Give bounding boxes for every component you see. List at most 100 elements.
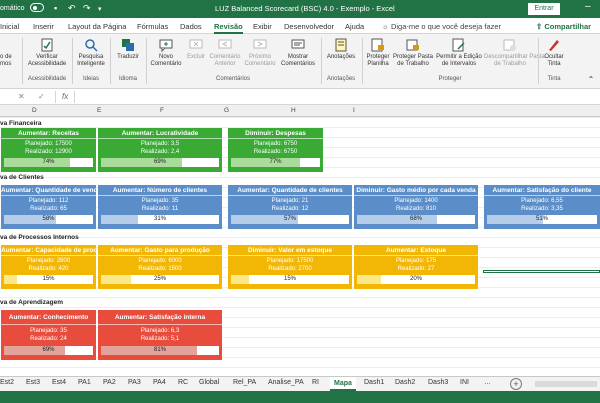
objective-card[interactable]: Diminuir: Despesas Planejado: 6750 Reali…: [228, 128, 323, 172]
tab-inicial[interactable]: Inicial: [0, 22, 19, 31]
group-separator: [146, 38, 147, 84]
planned-value: Planejado: 17500: [266, 258, 314, 264]
objective-card[interactable]: Aumentar: Capacidade de produção Planeja…: [1, 245, 96, 289]
undo-icon[interactable]: ↶: [68, 3, 76, 14]
objective-card[interactable]: Aumentar: Receitas Planejado: 17500 Real…: [1, 128, 96, 172]
tab-inserir[interactable]: Inserir: [33, 22, 54, 31]
objective-card[interactable]: Diminuir: Gasto médio por cada venda Pla…: [354, 185, 478, 229]
selected-cell[interactable]: [483, 270, 600, 273]
objective-card[interactable]: Aumentar: Estoque Planejado: 175 Realiza…: [354, 245, 478, 289]
translate-label: Traduzir: [117, 54, 139, 60]
column-header-h[interactable]: H: [291, 107, 296, 114]
objective-card[interactable]: Aumentar: Conhecimento Planejado: 35 Rea…: [1, 310, 96, 360]
sheet-tab[interactable]: RC: [178, 379, 188, 386]
objective-card[interactable]: Aumentar: Quantidade de clientes Planeja…: [228, 185, 352, 229]
collapse-ribbon-icon[interactable]: ⌃: [585, 76, 597, 84]
new-comment-button[interactable]: Novo Comentário: [148, 38, 184, 68]
translate-button[interactable]: Traduzir: [112, 38, 144, 61]
share-button[interactable]: ⇧ Compartilhar: [536, 22, 591, 31]
sheet-tab[interactable]: Est4: [52, 379, 66, 386]
column-header-i[interactable]: I: [353, 107, 355, 114]
sheet-tab[interactable]: PA1: [78, 379, 91, 386]
add-sheet-icon[interactable]: +: [510, 378, 522, 390]
column-header-d[interactable]: D: [32, 107, 37, 114]
new-comment-icon: [159, 39, 173, 52]
progress-label: 57%: [283, 216, 296, 222]
objective-card[interactable]: Aumentar: Lucratividade Planejado: 3,5 R…: [98, 128, 222, 172]
formula-separator: [74, 91, 75, 103]
column-header-f[interactable]: F: [160, 107, 164, 114]
tab-dados[interactable]: Dados: [180, 22, 202, 31]
sheet-tab[interactable]: Global: [199, 379, 219, 386]
objective-card[interactable]: Aumentar: Número de clientes Planejado: …: [98, 185, 222, 229]
sheet-tab[interactable]: Dash2: [395, 379, 415, 386]
sheet-tab[interactable]: Rel_PA: [233, 379, 256, 386]
tab-ajuda[interactable]: Ajuda: [345, 22, 364, 31]
objective-card[interactable]: Diminuir: Valor em estoque Planejado: 17…: [228, 245, 352, 289]
hide-ink-button[interactable]: Ocultar Tinta: [540, 38, 568, 68]
spreadsheet-grid[interactable]: va Financeira Aumentar: Receitas Planeja…: [0, 117, 600, 376]
cancel-icon[interactable]: ✕: [18, 92, 25, 101]
autosave-toggle[interactable]: [30, 3, 44, 12]
minimize-icon[interactable]: –: [585, 1, 591, 12]
objective-title: Aumentar: Satisfação interna: [98, 310, 222, 325]
fx-icon[interactable]: fx: [62, 92, 68, 101]
formula-input[interactable]: [76, 91, 596, 103]
sheet-tab[interactable]: Est2: [0, 379, 14, 386]
objective-title: Aumentar: Conhecimento: [1, 310, 96, 325]
sheet-tab[interactable]: PA4: [153, 379, 166, 386]
protect-sheet-button[interactable]: Proteger Planilha: [364, 38, 392, 68]
more-sheets-icon[interactable]: …: [484, 379, 491, 386]
sign-in-button[interactable]: Entrar: [528, 3, 560, 15]
notes-button[interactable]: Anotações: [323, 38, 359, 61]
sheet-tab[interactable]: Dash1: [364, 379, 384, 386]
protect-workbook-button[interactable]: Proteger Pasta de Trabalho: [392, 38, 434, 68]
redo-icon[interactable]: ↷: [83, 3, 91, 14]
customize-qat-icon[interactable]: ▾: [98, 5, 102, 13]
sheet-tab[interactable]: PA3: [128, 379, 141, 386]
show-comments-button[interactable]: Mostrar Comentários: [278, 38, 318, 68]
sheet-tab[interactable]: Analise_PA: [268, 379, 304, 386]
unshare-workbook-button[interactable]: Descompartilhar Pasta de Trabalho: [484, 38, 545, 68]
tab-desenvolvedor[interactable]: Desenvolvedor: [284, 22, 334, 31]
smart-lookup-button[interactable]: Pesquisa Inteligente: [74, 38, 108, 68]
objective-card[interactable]: Aumentar: Satisfação interna Planejado: …: [98, 310, 222, 360]
objective-card[interactable]: Aumentar: Gasto para produção Planejado:…: [98, 245, 222, 289]
allow-edit-ranges-button[interactable]: Permitir a Edição de Intervalos: [434, 38, 484, 68]
notes-label: Anotações: [326, 54, 356, 60]
sheet-tab[interactable]: PA2: [103, 379, 116, 386]
sheet-tab[interactable]: Est3: [26, 379, 40, 386]
column-header-e[interactable]: E: [97, 107, 101, 114]
partial-left-button[interactable]: o de mos: [0, 38, 18, 68]
sheet-tab[interactable]: Dash3: [428, 379, 448, 386]
notes-icon: [335, 38, 347, 52]
previous-comment-label: Comentário Anterior: [209, 54, 241, 67]
name-box[interactable]: [0, 91, 56, 103]
tab-layout[interactable]: Layout da Página: [68, 22, 126, 31]
next-comment-label: Próximo Comentário: [244, 54, 276, 67]
enter-icon[interactable]: ✓: [38, 92, 45, 101]
delete-comment-button[interactable]: Excluir: [185, 38, 207, 61]
next-comment-button[interactable]: Próximo Comentário: [243, 38, 277, 68]
check-accessibility-button[interactable]: Verificar Acessibilidade: [24, 38, 70, 68]
sheet-tab-active[interactable]: Mapa: [330, 377, 356, 391]
tab-exibir[interactable]: Exibir: [253, 22, 272, 31]
progress-bar: 68%: [357, 215, 475, 224]
sheet-tab[interactable]: RI: [312, 379, 319, 386]
save-icon[interactable]: ▪: [54, 3, 57, 13]
progress-label: 81%: [153, 347, 166, 353]
column-header-g[interactable]: G: [224, 107, 229, 114]
tell-me-search[interactable]: ☼ Diga-me o que você deseja fazer: [382, 22, 501, 31]
column-headers: D E F G H I: [0, 105, 600, 117]
previous-comment-button[interactable]: Comentário Anterior: [208, 38, 242, 68]
horizontal-scrollbar[interactable]: [535, 381, 597, 387]
window-title: LUZ Balanced Scorecard (BSC) 4.0 - Exemp…: [215, 4, 395, 13]
tab-formulas[interactable]: Fórmulas: [137, 22, 168, 31]
objective-card[interactable]: Aumentar: Quantidade de vendas Planejado…: [1, 185, 96, 229]
progress-label: 69%: [42, 347, 55, 353]
group-label-idioma: Idioma: [118, 76, 137, 82]
actual-value: Realizado: 12900: [25, 149, 72, 155]
sheet-tab[interactable]: INI: [460, 379, 469, 386]
objective-card[interactable]: Aumentar: Satisfação do cliente Planejad…: [484, 185, 600, 229]
tab-revisao[interactable]: Revisão: [214, 22, 243, 34]
